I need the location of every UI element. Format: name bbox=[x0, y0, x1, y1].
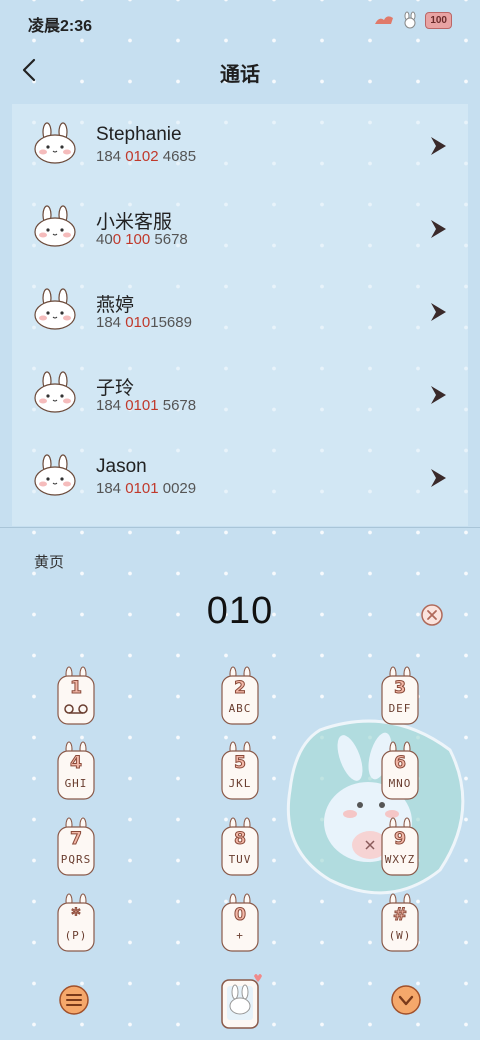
key-letters: + bbox=[236, 929, 244, 942]
bunny-avatar-icon bbox=[34, 371, 76, 413]
key-letters: (W) bbox=[388, 929, 412, 942]
voicemail-icon bbox=[64, 704, 88, 714]
yellow-pages-label[interactable]: 黄页 bbox=[34, 551, 64, 572]
call-arrow-icon[interactable] bbox=[428, 300, 448, 324]
contact-name: Stephanie bbox=[96, 124, 182, 145]
keypad-key[interactable]: 1 bbox=[52, 666, 100, 728]
key-digit: 3 bbox=[394, 678, 407, 699]
header: 通话 bbox=[0, 48, 480, 92]
status-time: 凌晨2:36 bbox=[28, 18, 93, 35]
bunny-icon bbox=[404, 11, 416, 29]
contact-row[interactable]: Stephanie 184 0102 4685 bbox=[12, 104, 468, 187]
keypad-key[interactable]: 9 WXYZ bbox=[376, 817, 424, 879]
key-digit: 8 bbox=[234, 829, 247, 850]
key-letters: GHI bbox=[64, 777, 88, 790]
matched-digits: 010 bbox=[125, 314, 151, 331]
key-digit: # bbox=[392, 905, 408, 926]
notification-icon bbox=[375, 16, 394, 24]
contact-phone: 184 0102 4685 bbox=[96, 148, 197, 165]
bunny-avatar-icon bbox=[34, 122, 76, 164]
key-letters: ABC bbox=[228, 702, 252, 715]
contact-row[interactable]: 小米客服 400 100 5678 bbox=[12, 187, 468, 270]
key-letters: JKL bbox=[228, 777, 252, 790]
keypad-key[interactable]: 8 TUV bbox=[216, 817, 264, 879]
key-digit: 2 bbox=[234, 678, 247, 699]
matched-digits: 0 100 bbox=[112, 231, 151, 248]
matched-digits: 0101 bbox=[125, 480, 159, 497]
key-digit: 5 bbox=[234, 753, 247, 774]
key-digit: * bbox=[71, 905, 81, 926]
keypad-key[interactable]: * (P) bbox=[52, 893, 100, 955]
key-letters: (P) bbox=[64, 929, 88, 942]
battery-indicator: 100 bbox=[425, 11, 452, 29]
divider bbox=[0, 527, 480, 528]
call-arrow-icon[interactable] bbox=[428, 383, 448, 407]
bunny-avatar-icon bbox=[34, 454, 76, 496]
status-bar: 凌晨2:36 100 bbox=[0, 0, 480, 42]
contact-phone: 184 0101 5678 bbox=[96, 397, 197, 414]
bunny-decoration-icon bbox=[286, 719, 465, 895]
key-letters: TUV bbox=[228, 853, 252, 866]
contact-name: 小米客服 bbox=[96, 212, 173, 233]
key-digit: 4 bbox=[70, 753, 83, 774]
matched-digits: 0102 bbox=[125, 148, 159, 165]
call-arrow-icon[interactable] bbox=[428, 466, 448, 490]
menu-icon[interactable] bbox=[58, 984, 90, 1016]
dial-input[interactable]: 010 bbox=[0, 590, 480, 633]
key-digit: 7 bbox=[70, 829, 83, 850]
keypad-key[interactable]: 3 DEF bbox=[376, 666, 424, 728]
keypad-key[interactable]: 0 + bbox=[216, 893, 264, 955]
keypad-key[interactable]: # (W) bbox=[376, 893, 424, 955]
key-letters: PQRS bbox=[60, 853, 92, 866]
key-digit: 1 bbox=[70, 678, 83, 699]
call-arrow-icon[interactable] bbox=[428, 134, 448, 158]
key-letters: DEF bbox=[388, 702, 412, 715]
keypad-key[interactable]: 7 PQRS bbox=[52, 817, 100, 879]
keypad-key[interactable]: 4 GHI bbox=[52, 741, 100, 803]
page-title: 通话 bbox=[220, 64, 260, 86]
key-digit: 9 bbox=[394, 829, 407, 850]
clear-icon[interactable] bbox=[420, 603, 444, 627]
key-digit: 6 bbox=[394, 753, 407, 774]
contact-phone: 400 100 5678 bbox=[96, 231, 188, 248]
contact-row[interactable]: 燕婷 184 01015689 bbox=[12, 270, 468, 353]
contact-row[interactable]: Jason 184 0101 0029 bbox=[12, 436, 468, 519]
call-button[interactable] bbox=[218, 970, 264, 1030]
keypad-key[interactable]: 2 ABC bbox=[216, 666, 264, 728]
call-arrow-icon[interactable] bbox=[428, 217, 448, 241]
key-digit: 0 bbox=[234, 905, 247, 926]
contact-name: Jason bbox=[96, 456, 147, 477]
collapse-keypad-icon[interactable] bbox=[390, 984, 422, 1016]
bunny-avatar-icon bbox=[34, 288, 76, 330]
key-letters: WXYZ bbox=[384, 853, 416, 866]
keypad-key[interactable]: 5 JKL bbox=[216, 741, 264, 803]
contact-name: 子玲 bbox=[96, 378, 135, 399]
contact-name: 燕婷 bbox=[96, 295, 135, 316]
key-letters: MNO bbox=[388, 777, 412, 790]
bunny-avatar-icon bbox=[34, 205, 76, 247]
contact-row[interactable]: 子玲 184 0101 5678 bbox=[12, 353, 468, 436]
matched-digits: 0101 bbox=[125, 397, 159, 414]
contact-phone: 184 01015689 bbox=[96, 314, 192, 331]
contact-phone: 184 0101 0029 bbox=[96, 480, 197, 497]
keypad-key[interactable]: 6 MNO bbox=[376, 741, 424, 803]
contact-list: Stephanie 184 0102 4685 小米客服 400 100 5678 … bbox=[12, 104, 468, 526]
